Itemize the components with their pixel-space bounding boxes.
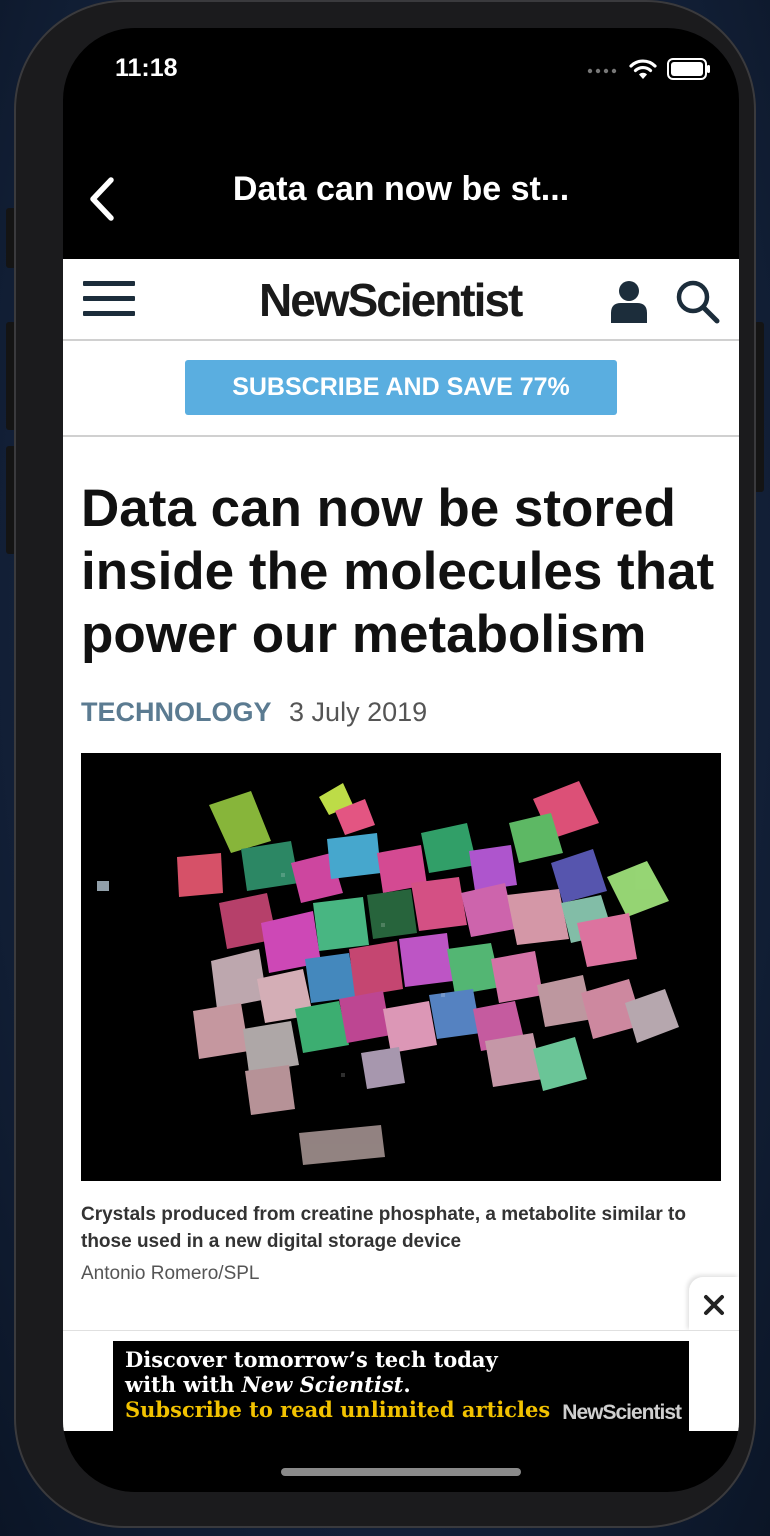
article-category[interactable]: TECHNOLOGY bbox=[81, 697, 272, 727]
phone-frame: 11:18 Data can now be st... NewScientist… bbox=[14, 0, 756, 1528]
status-time: 11:18 bbox=[115, 54, 178, 82]
image-caption: Crystals produced from creatine phosphat… bbox=[81, 1204, 686, 1252]
app-navigation-bar: Data can now be st... bbox=[63, 160, 739, 260]
hamburger-menu-icon[interactable] bbox=[83, 281, 135, 317]
close-icon bbox=[704, 1295, 724, 1315]
notch bbox=[213, 28, 591, 82]
article-hero-image bbox=[81, 753, 721, 1181]
ad-logo: NewScientist bbox=[562, 1401, 682, 1424]
ad-line-2-brand: New Scientist bbox=[241, 1372, 404, 1397]
battery-icon bbox=[667, 58, 710, 80]
subscribe-button[interactable]: SUBSCRIBE AND SAVE 77% bbox=[185, 360, 617, 415]
screen: 11:18 Data can now be st... NewScientist… bbox=[63, 28, 739, 1492]
subscribe-banner: SUBSCRIBE AND SAVE 77% bbox=[63, 341, 739, 437]
ad-banner[interactable]: Discover tomorrow’s tech today with with… bbox=[113, 1341, 689, 1431]
site-header: NewScientist bbox=[63, 259, 739, 341]
ad-line-2: with with New Scientist. bbox=[125, 1372, 411, 1397]
close-ad-button[interactable] bbox=[689, 1277, 739, 1331]
back-button[interactable] bbox=[81, 172, 125, 222]
home-indicator[interactable] bbox=[281, 1468, 521, 1476]
ad-line-3: Subscribe to read unlimited articles bbox=[125, 1397, 551, 1422]
ad-line-2-suffix: . bbox=[403, 1372, 411, 1397]
web-content[interactable]: NewScientist SUBSCRIBE AND SAVE 77% Data… bbox=[63, 259, 739, 1431]
ad-line-1: Discover tomorrow’s tech today bbox=[125, 1347, 498, 1372]
status-icons bbox=[587, 58, 711, 80]
crystals-photo bbox=[81, 753, 721, 1181]
back-chevron-icon bbox=[90, 177, 114, 221]
image-credit: Antonio Romero/SPL bbox=[81, 1263, 260, 1284]
signal-icon bbox=[587, 68, 617, 74]
ad-banner-container: Discover tomorrow’s tech today with with… bbox=[63, 1330, 739, 1431]
site-logo[interactable]: NewScientist bbox=[259, 273, 523, 327]
nav-title: Data can now be st... bbox=[232, 170, 570, 208]
wifi-icon bbox=[629, 59, 657, 79]
article-date: 3 July 2019 bbox=[289, 697, 428, 727]
ad-line-2-prefix: with with bbox=[125, 1372, 242, 1397]
user-icon[interactable] bbox=[609, 279, 649, 323]
article-headline: Data can now be stored inside the molecu… bbox=[81, 479, 715, 664]
search-icon[interactable] bbox=[675, 279, 721, 325]
article-meta: TECHNOLOGY 3 July 2019 bbox=[81, 697, 427, 728]
